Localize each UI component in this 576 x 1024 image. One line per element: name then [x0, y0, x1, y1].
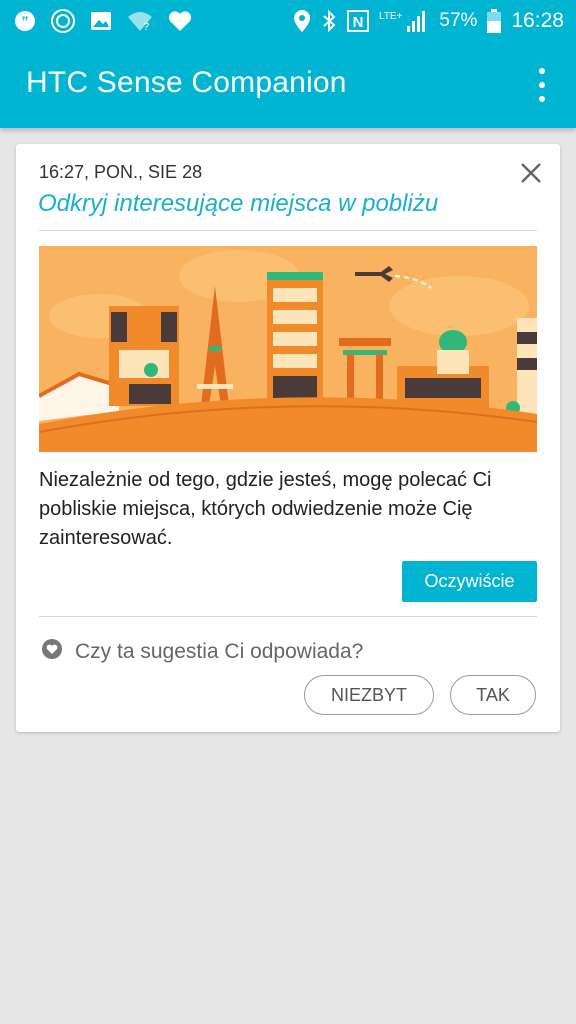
- card-body-text: Niezależnie od tego, gdzie jesteś, mogę …: [39, 469, 492, 549]
- image-icon: [90, 11, 112, 31]
- overflow-menu-icon[interactable]: [536, 68, 548, 102]
- card-headline: Odkryj interesujące miejsca w pobliżu: [38, 190, 439, 217]
- accept-button[interactable]: Oczywiście: [402, 561, 537, 602]
- battery-icon: [487, 9, 502, 33]
- feedback-row: Czy ta sugestia Ci odpowiada?: [41, 638, 363, 665]
- suggestion-card: 16:27, PON., SIE 28 Odkryj interesujące …: [16, 144, 560, 732]
- quote-icon: ”: [14, 10, 36, 32]
- smiley-icon: [50, 8, 76, 34]
- feedback-no-button[interactable]: NIEZBYT: [304, 675, 434, 715]
- svg-text:”: ”: [22, 13, 29, 29]
- svg-text:?: ?: [143, 21, 149, 32]
- close-icon[interactable]: [518, 160, 544, 186]
- bluetooth-icon: [321, 9, 337, 33]
- status-time: 16:28: [511, 9, 564, 32]
- svg-text:LTE+: LTE+: [379, 11, 403, 22]
- heart-icon: [41, 638, 63, 665]
- feedback-question: Czy ta sugestia Ci odpowiada?: [75, 639, 364, 663]
- location-icon: [293, 9, 311, 33]
- card-timestamp: 16:27, PON., SIE 28: [39, 162, 203, 182]
- lte-signal-icon: LTE+: [379, 8, 429, 34]
- svg-text:N: N: [353, 14, 364, 31]
- feedback-yes-button[interactable]: TAK: [450, 675, 536, 715]
- divider: [39, 616, 537, 617]
- battery-percent: 57%: [439, 10, 478, 31]
- status-bar: ” ? N LTE+ 57% 16:28: [0, 0, 576, 42]
- landmarks-illustration: [39, 246, 537, 452]
- heart-icon: [168, 10, 192, 32]
- app-title: HTC Sense Companion: [26, 66, 347, 99]
- nfc-icon: N: [347, 10, 370, 32]
- wifi-question-icon: ?: [126, 10, 154, 32]
- app-bar: HTC Sense Companion: [0, 42, 576, 128]
- divider: [39, 230, 537, 231]
